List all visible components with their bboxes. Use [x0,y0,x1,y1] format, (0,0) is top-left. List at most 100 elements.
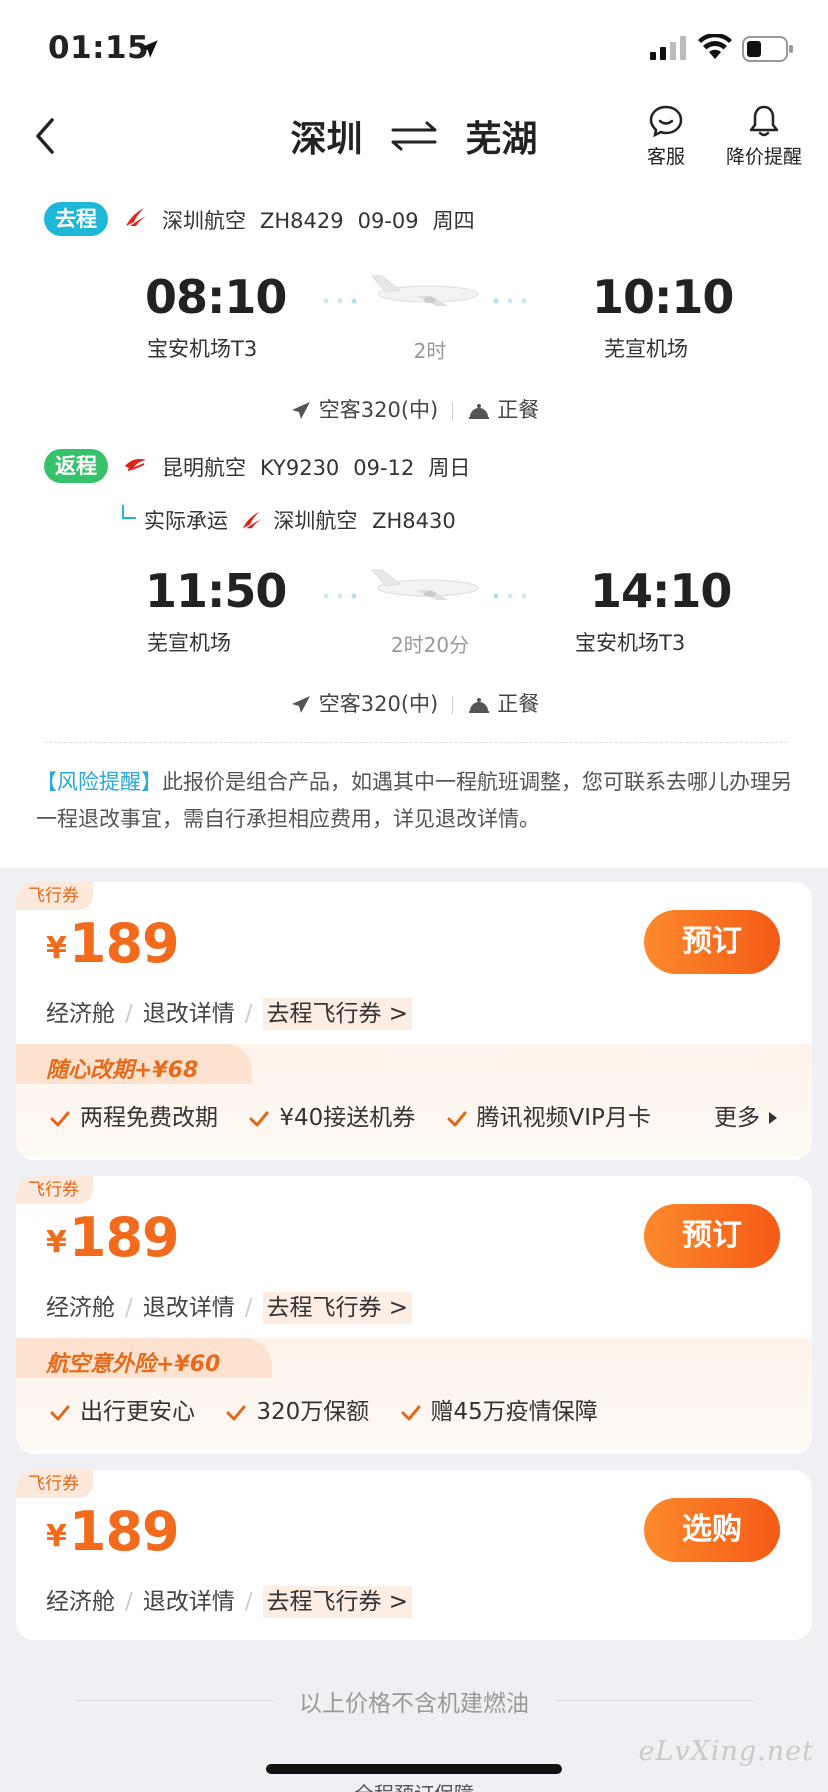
swap-arrows-icon[interactable] [389,121,439,151]
outbound-date: 09-09 [357,209,419,233]
divider [44,742,788,743]
status-bar: 01:15 [0,0,828,92]
battery-icon [742,36,793,62]
outbound-departure-airport: 宝安机场T3 [147,337,258,361]
return-meta-row: 空客320(中) 正餐 [0,688,828,718]
voucher-link[interactable]: 去程飞行券 > [262,1292,413,1324]
outbound-aircraft: 空客320(中) [318,398,439,422]
return-aircraft: 空客320(中) [318,692,439,716]
ticket-tag: 飞行券 [16,1176,93,1204]
benefit-item: 320万保额 [226,1392,369,1426]
return-flight-no: KY9230 [260,456,340,480]
fare-card: 飞行券 ¥189 预订 经济舱 / 退改详情 / 去程飞行券 > 随心改期+¥68 两程… [16,882,812,1160]
bell-icon [749,105,779,137]
destination-city: 芜湖 [465,119,538,160]
ticket-tag: 飞行券 [16,882,93,910]
fare-card: 飞行券 ¥189 选购 经济舱 / 退改详情 / 去程飞行券 > [16,1470,812,1640]
customer-service-label: 客服 [646,146,685,168]
return-weekday: 周日 [428,456,471,480]
outbound-meta-row: 空客320(中) 正餐 [0,394,828,424]
outbound-flight-info: 深圳航空 ZH8429 09-09 周四 [162,205,489,235]
flight-path-dots [323,593,357,599]
operated-flight-no: ZH8430 [372,509,456,533]
fare-card: 飞行券 ¥189 预订 经济舱 / 退改详情 / 去程飞行券 > 航空意外险+¥60 出… [16,1176,812,1454]
cabin-class: 经济舱 [46,1589,115,1615]
airplane-illustration-icon [370,569,479,600]
refund-details-link[interactable]: 退改详情 [143,1001,235,1027]
check-icon [447,1111,467,1127]
voucher-link[interactable]: 去程飞行券 > [262,1586,413,1618]
check-icon [226,1405,246,1421]
outbound-arrival-time: 10:10 [592,270,734,324]
return-flight-info: 昆明航空 KY9230 09-12 周日 [162,452,484,482]
airplane-illustration-icon [370,275,479,306]
benefit-item: ¥40接送机券 [249,1098,415,1132]
price-alert-button[interactable]: 降价提醒 [720,104,808,169]
origin-city: 深圳 [290,119,363,160]
voucher-link[interactable]: 去程飞行券 > [262,998,413,1030]
meal-cloche-icon [469,698,490,713]
airplane-icon [291,402,310,419]
buy-button[interactable]: 选购 [644,1498,780,1562]
return-arrival-time: 14:10 [590,564,732,618]
addon-title: 航空意外险+¥60 [46,1352,221,1377]
shenzhen-airlines-logo-icon [242,511,261,529]
meal-cloche-icon [469,404,490,419]
outbound-meal: 正餐 [497,398,540,422]
refund-details-link[interactable]: 退改详情 [143,1295,235,1321]
customer-service-button[interactable]: 客服 [640,104,692,169]
flight-path-dots [493,298,527,304]
refund-details-link[interactable]: 退改详情 [143,1589,235,1615]
addon-bundle[interactable]: 航空意外险+¥60 出行更安心 320万保额 赠45万疫情保障 [16,1338,812,1450]
flight-path-dots [323,298,357,304]
flight-path-dots [493,593,527,599]
price: ¥189 [46,1206,180,1269]
return-meal: 正餐 [497,692,540,716]
more-benefits-link[interactable]: 更多 [714,1098,778,1132]
outbound-flight-no: ZH8429 [260,209,344,233]
home-indicator [266,1764,562,1774]
benefit-item: 腾讯视频VIP月卡 [447,1098,651,1132]
return-airline: 昆明航空 [162,456,246,480]
benefit-item: 出行更安心 [50,1392,195,1426]
outbound-weekday: 周四 [432,209,475,233]
price-note: 以上价格不含机建燃油 [299,1691,529,1717]
price-alert-label: 降价提醒 [725,146,802,168]
cellular-signal-icon [650,36,686,60]
watermark: eLvXing.net [638,1736,814,1767]
fare-details-row: 经济舱 / 退改详情 / 去程飞行券 > [46,1288,413,1324]
fare-details-row: 经济舱 / 退改详情 / 去程飞行券 > [46,1582,413,1618]
book-button[interactable]: 预订 [644,1204,780,1268]
addon-benefits: 两程免费改期 ¥40接送机券 腾讯视频VIP月卡 [50,1098,675,1132]
book-button[interactable]: 预订 [644,910,780,974]
price: ¥189 [46,1500,180,1563]
wifi-icon [698,34,732,59]
risk-label: 【风险提醒】 [36,770,162,794]
addon-bundle[interactable]: 随心改期+¥68 两程免费改期 ¥40接送机券 腾讯视频VIP月卡 更多 [16,1044,812,1156]
outbound-airline: 深圳航空 [162,209,246,233]
triangle-right-icon [769,1112,777,1124]
outbound-departure-time: 08:10 [145,270,287,324]
return-duration: 2时20分 [390,633,470,657]
ticket-tag: 飞行券 [16,1470,93,1498]
fare-details-row: 经济舱 / 退改详情 / 去程飞行券 > [46,994,413,1030]
check-icon [50,1405,70,1421]
operated-corner-mark [122,505,136,519]
outbound-duration: 2时 [413,339,447,363]
benefit-item: 赠45万疫情保障 [401,1392,598,1426]
operated-prefix: 实际承运 [144,509,228,533]
shenzhen-airlines-logo-icon [126,208,146,226]
airplane-icon [291,696,310,713]
cabin-class: 经济舱 [46,1001,115,1027]
outbound-arrival-airport: 芜宣机场 [604,337,688,361]
addon-title: 随心改期+¥68 [46,1058,199,1083]
outbound-tag: 去程 [44,202,108,236]
operated-by-row: 实际承运 深圳航空 ZH8430 [144,505,456,535]
return-departure-airport: 芜宣机场 [147,631,231,655]
location-arrow-icon [140,40,158,58]
return-arrival-airport: 宝安机场T3 [575,631,686,655]
return-tag: 返程 [44,449,108,483]
kunming-airlines-logo-icon [125,458,146,471]
return-departure-time: 11:50 [145,564,287,618]
status-time: 01:15 [48,30,150,66]
